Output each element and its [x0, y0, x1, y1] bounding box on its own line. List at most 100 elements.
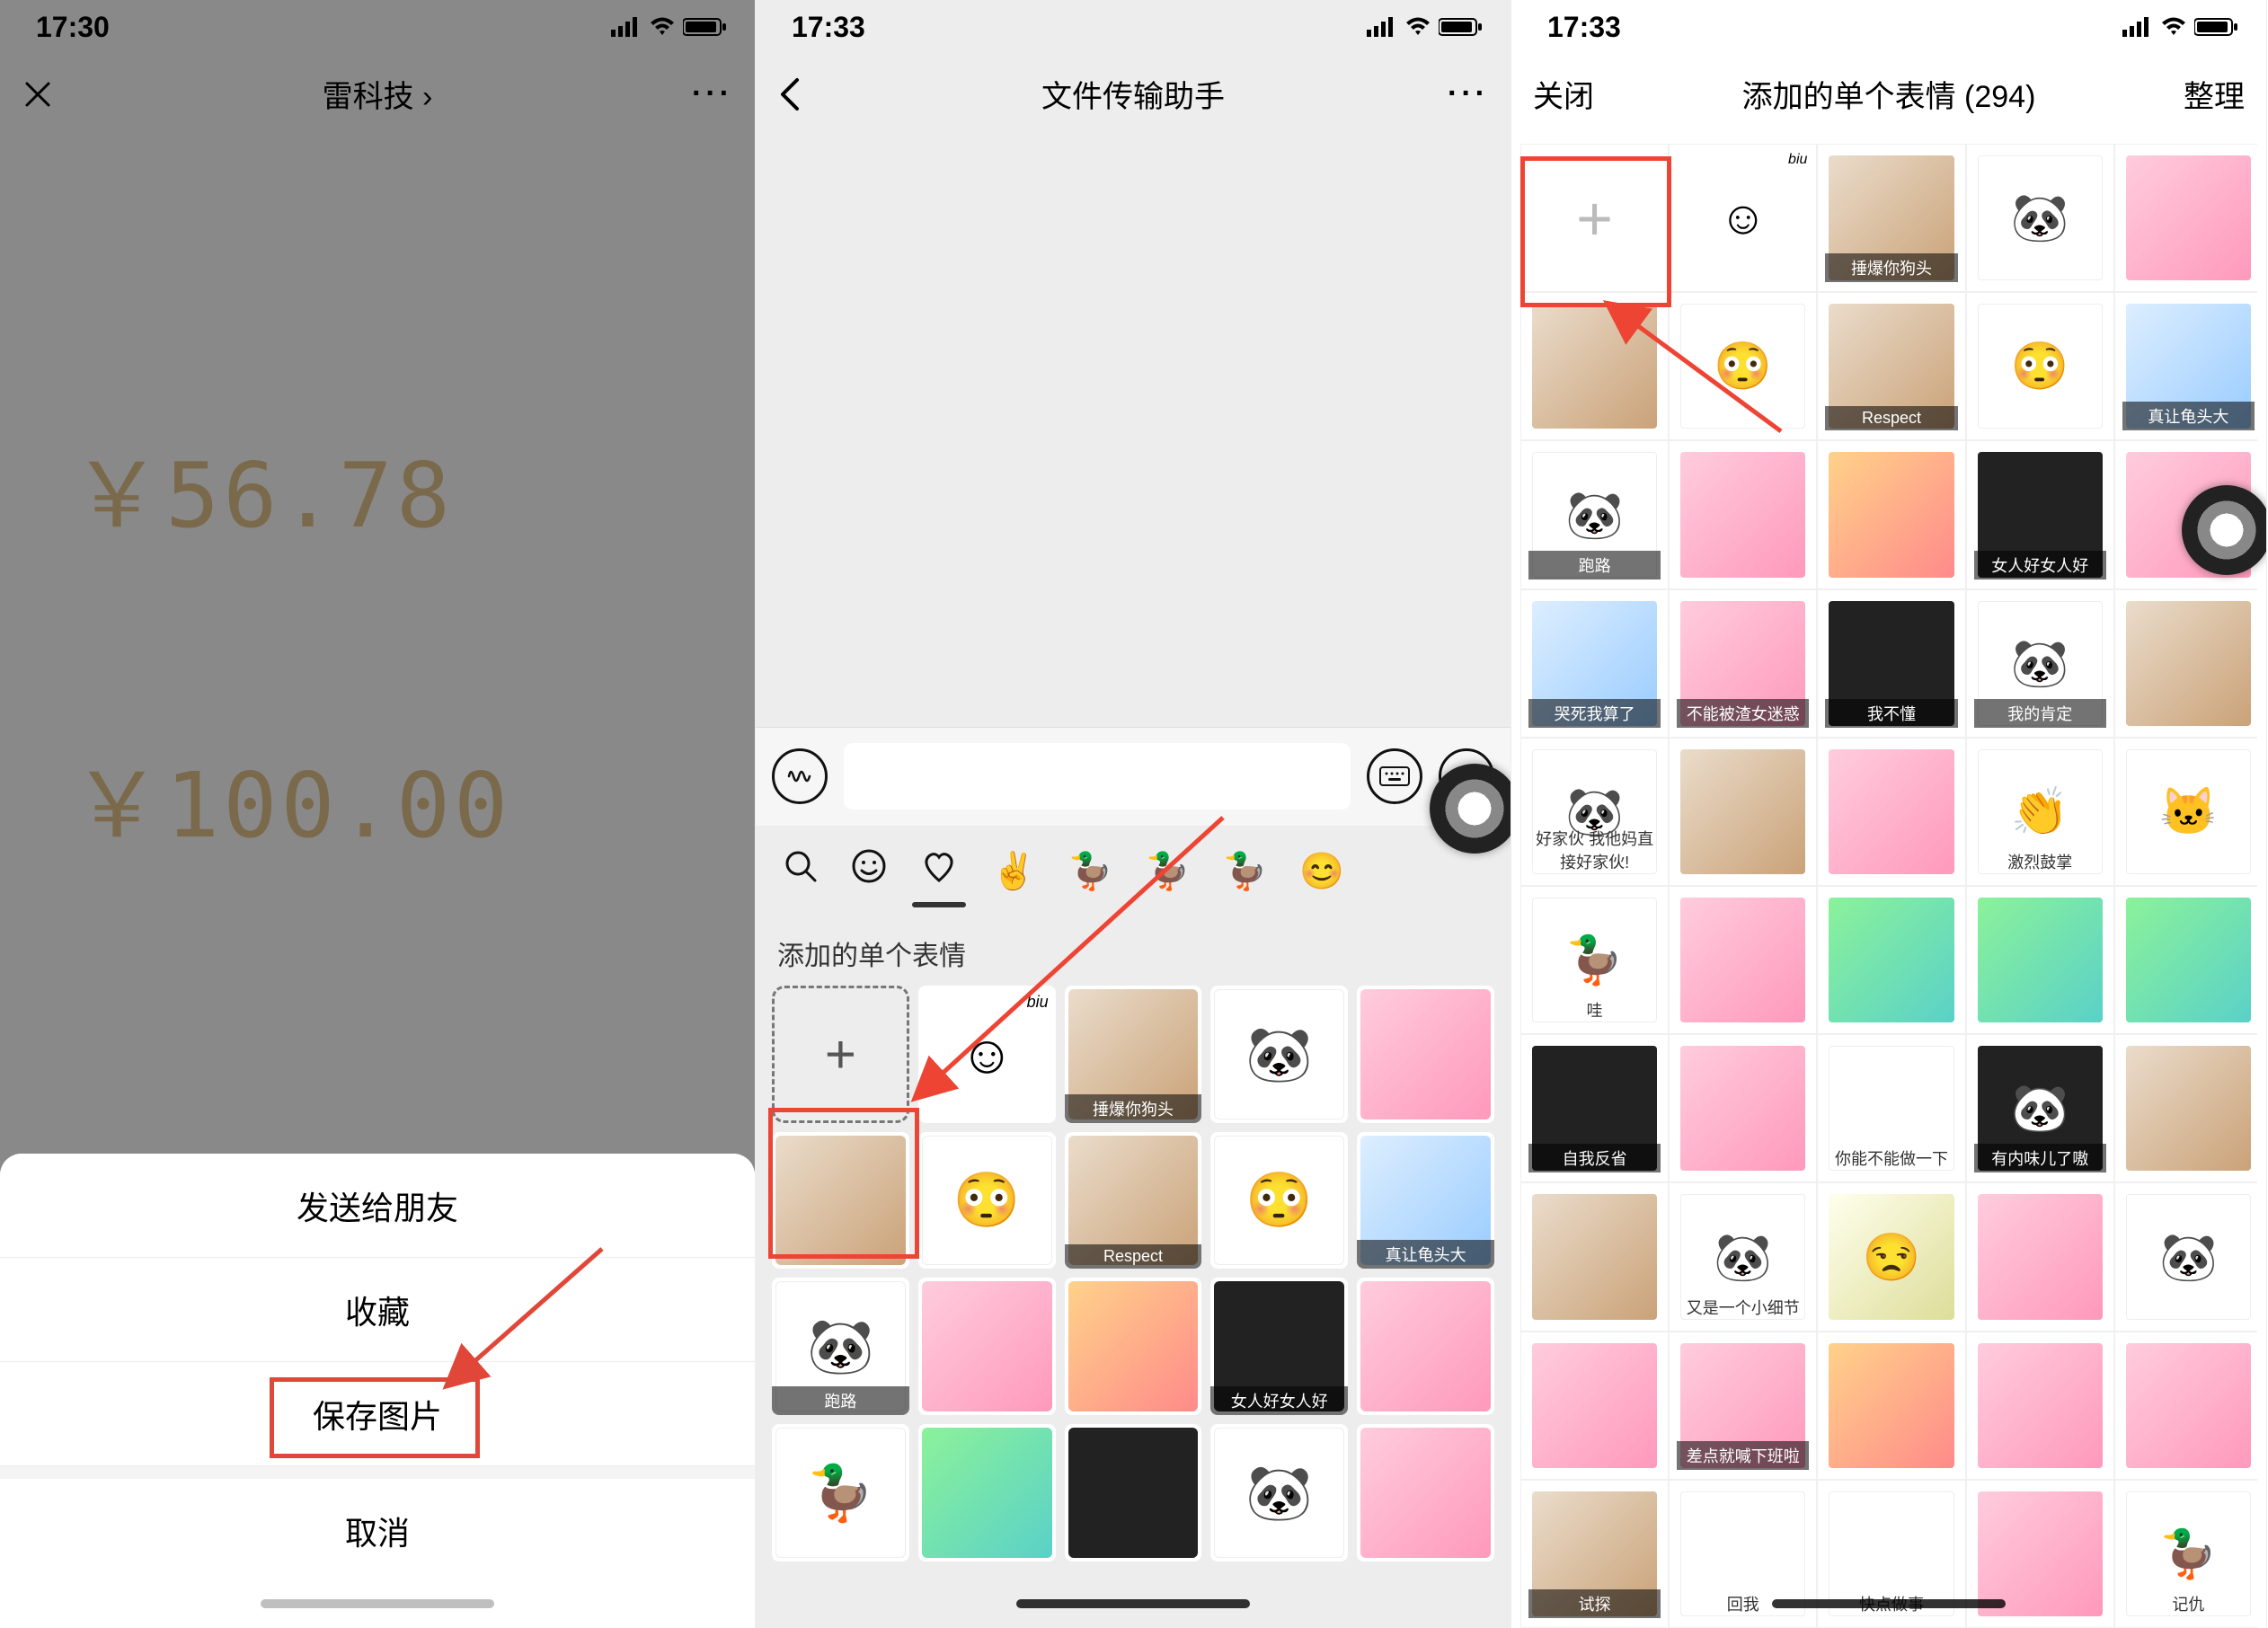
sticker-tile[interactable]: [1065, 1424, 1202, 1562]
sticker-tile[interactable]: [2114, 886, 2257, 1034]
sticker-tile[interactable]: [1817, 440, 1965, 588]
annotation-arrow-icon: [1592, 288, 1799, 449]
sticker-tile[interactable]: 真让龟头大: [1357, 1132, 1494, 1270]
sticker-tile[interactable]: 🐼又是一个小细节: [1669, 1182, 1817, 1331]
search-icon: [783, 848, 819, 884]
sticker-tile[interactable]: 我不懂: [1817, 589, 1965, 738]
sticker-tile[interactable]: ☺biu: [1669, 144, 1817, 292]
tab-emoji[interactable]: [851, 848, 887, 893]
assistive-touch-button[interactable]: [1430, 764, 1511, 854]
sticker-tile[interactable]: 不能被渣女迷惑: [1669, 589, 1817, 738]
annotation-arrow-icon: [899, 809, 1241, 1114]
sticker-tile[interactable]: 🐱: [2114, 738, 2257, 886]
sticker-tile[interactable]: 🐼跑路: [772, 1278, 909, 1415]
sticker-tile[interactable]: [1669, 1034, 1817, 1182]
sticker-tile[interactable]: [1357, 1278, 1494, 1415]
sticker-tile[interactable]: [1357, 986, 1494, 1123]
sticker-tile[interactable]: 🦆: [772, 1424, 909, 1562]
nav-bar: 文件传输助手 ···: [756, 54, 1511, 135]
home-indicator: [756, 1583, 1511, 1628]
wifi-icon: [1404, 17, 1431, 37]
sticker-tile[interactable]: [1966, 1182, 2114, 1331]
sticker-tile[interactable]: [2114, 1332, 2257, 1480]
sticker-tile[interactable]: [2114, 589, 2257, 738]
sticker-tile[interactable]: [1520, 1182, 1669, 1331]
status-bar: 17:33: [756, 0, 1511, 54]
sticker-tile[interactable]: 自我反省: [1520, 1034, 1669, 1182]
screenshot-1: 17:30 雷科技 › ··· ￥56.78 ￥100.00 发送给朋友 收藏 …: [0, 0, 756, 1628]
sticker-tile[interactable]: [918, 1278, 1056, 1415]
sticker-tile[interactable]: 🐼: [1210, 1424, 1348, 1562]
sticker-tile[interactable]: Respect: [1065, 1132, 1202, 1270]
sticker-tile[interactable]: 🐼: [1966, 144, 2114, 292]
sticker-tile[interactable]: 女人好女人好: [1966, 440, 2114, 588]
sticker-tile[interactable]: 差点就喊下班啦: [1669, 1332, 1817, 1480]
sheet-favorite[interactable]: 收藏: [0, 1258, 755, 1362]
sticker-tile[interactable]: [918, 1424, 1056, 1562]
nav-title: 文件传输助手: [1041, 72, 1225, 116]
sticker-tile[interactable]: [1966, 886, 2114, 1034]
sticker-tile[interactable]: [1966, 1332, 2114, 1480]
status-time: 17:33: [1547, 11, 1621, 44]
cellular-icon: [1367, 17, 1397, 37]
chevron-left-icon: [777, 76, 802, 112]
sticker-tile[interactable]: [2114, 144, 2257, 292]
status-icons: [1367, 17, 1484, 37]
close-button[interactable]: 关闭: [1533, 54, 1594, 134]
face-icon: 😊: [1299, 852, 1344, 891]
sticker-tile[interactable]: [1520, 1332, 1669, 1480]
sticker-tile[interactable]: [1669, 440, 1817, 588]
sticker-tile[interactable]: 😒: [1817, 1182, 1965, 1331]
sticker-tile[interactable]: [1817, 1332, 1965, 1480]
sticker-tile[interactable]: 你能不能做一下: [1817, 1034, 1965, 1182]
wifi-icon: [2160, 17, 2187, 37]
annotation-arrow-icon: [422, 1240, 620, 1402]
sticker-tile[interactable]: [1357, 1424, 1494, 1562]
assistive-touch-button[interactable]: [2182, 485, 2267, 575]
battery-icon: [2194, 17, 2239, 37]
message-input[interactable]: [844, 743, 1351, 810]
chat-area[interactable]: [756, 135, 1511, 727]
sound-wave-icon: [786, 763, 813, 790]
sticker-tile[interactable]: [1065, 1278, 1202, 1415]
sticker-tile[interactable]: [1669, 886, 1817, 1034]
sticker-tile[interactable]: 🐼跑路: [1520, 440, 1669, 588]
nav-title: 添加的单个表情 (294): [1742, 72, 2036, 116]
sticker-tile[interactable]: Respect: [1817, 292, 1965, 440]
sticker-tile[interactable]: 🦆哇: [1520, 886, 1669, 1034]
smile-icon: [851, 848, 887, 884]
sticker-tile[interactable]: 🐼我的肯定: [1966, 589, 2114, 738]
sticker-tile[interactable]: [1669, 738, 1817, 886]
tab-search[interactable]: [783, 848, 819, 893]
keyboard-button[interactable]: [1367, 748, 1422, 804]
sticker-tile[interactable]: [1817, 886, 1965, 1034]
nav-bar: 关闭 添加的单个表情 (294) 整理: [1511, 54, 2266, 135]
sticker-tile[interactable]: 😳: [1210, 1132, 1348, 1270]
home-indicator: [0, 1583, 755, 1628]
sticker-tile[interactable]: 女人好女人好: [1210, 1278, 1348, 1415]
annotation-box: [768, 1108, 919, 1259]
tab-pack-5[interactable]: 😊: [1299, 849, 1344, 892]
more-button[interactable]: ···: [1448, 54, 1489, 134]
home-indicator: [1511, 1583, 2266, 1628]
sticker-tile[interactable]: 🐼好家伙 我他妈直接好家伙!: [1520, 738, 1669, 886]
sheet-send-to-friend[interactable]: 发送给朋友: [0, 1154, 755, 1258]
annotation-box: [1520, 156, 1671, 307]
sticker-tile[interactable]: 捶爆你狗头: [1817, 144, 1965, 292]
manage-button[interactable]: 整理: [2184, 54, 2245, 134]
sticker-tile[interactable]: 🐼有内味儿了嗷: [1966, 1034, 2114, 1182]
sticker-tile[interactable]: 😳: [918, 1132, 1056, 1270]
sticker-tile[interactable]: [2114, 1034, 2257, 1182]
status-bar: 17:33: [1511, 0, 2266, 54]
add-sticker-button[interactable]: +: [772, 986, 909, 1123]
sticker-tile[interactable]: 😳: [1966, 292, 2114, 440]
voice-input-button[interactable]: [772, 748, 828, 804]
sticker-tile[interactable]: 👏激烈鼓掌: [1966, 738, 2114, 886]
sticker-tile[interactable]: 🐼: [2114, 1182, 2257, 1331]
sticker-tile[interactable]: 哭死我算了: [1520, 589, 1669, 738]
back-button[interactable]: [777, 54, 802, 134]
screenshot-3: 17:33 关闭 添加的单个表情 (294) 整理 +☺biu捶爆你狗头🐼😳Re…: [1511, 0, 2267, 1628]
sticker-tile[interactable]: [1817, 738, 1965, 886]
sticker-tile[interactable]: 真让龟头大: [2114, 292, 2257, 440]
sheet-cancel[interactable]: 取消: [0, 1479, 755, 1583]
